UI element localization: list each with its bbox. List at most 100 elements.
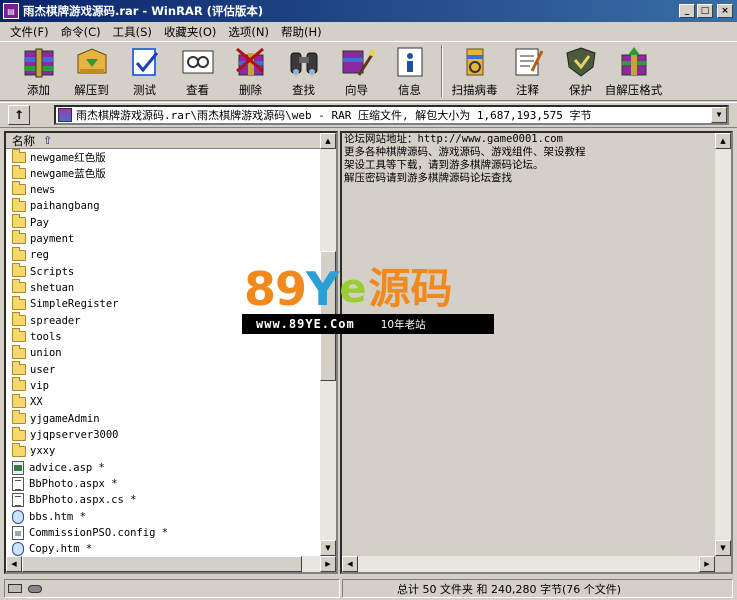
scroll-up-arrow-icon[interactable]: ▲ <box>320 133 336 149</box>
drive-icon[interactable] <box>8 584 22 593</box>
comment-vertical-scrollbar[interactable]: ▲ ▼ <box>715 133 731 556</box>
folder-icon <box>12 426 26 441</box>
file-list-vertical-scrollbar[interactable]: ▲ ▼ <box>320 133 336 556</box>
menu-file[interactable]: 文件(F) <box>4 24 55 40</box>
file-row[interactable]: user <box>6 361 322 377</box>
file-row[interactable]: union <box>6 344 322 361</box>
minimize-button[interactable]: _ <box>679 4 695 18</box>
comment-label: 注释 <box>516 83 539 97</box>
comment-scroll-left-arrow-icon[interactable]: ◀ <box>342 556 358 572</box>
file-name: payment <box>30 232 75 245</box>
test-icon <box>131 48 158 76</box>
test-label: 测试 <box>133 83 156 97</box>
file-row[interactable]: XX <box>6 393 322 410</box>
wizard-button[interactable]: 向导 <box>330 42 383 100</box>
find-button[interactable]: 查找 <box>277 42 330 100</box>
view-button[interactable]: 查看 <box>171 42 224 100</box>
file-row[interactable]: paihangbang <box>6 197 322 214</box>
protect-button[interactable]: 保护 <box>554 42 607 100</box>
name-column-label: 名称 <box>12 133 35 148</box>
info-button[interactable]: 信息 <box>383 42 436 100</box>
folder-icon <box>12 377 26 392</box>
comment-scroll-down-arrow-icon[interactable]: ▼ <box>715 540 731 556</box>
file-row[interactable]: yxxy <box>6 442 322 459</box>
info-label: 信息 <box>398 83 421 97</box>
delete-button[interactable]: 删除 <box>224 42 277 100</box>
comment-button[interactable]: 注释 <box>501 42 554 100</box>
file-name: CommissionPSO.config * <box>29 527 169 540</box>
folder-icon <box>12 165 26 180</box>
file-row[interactable]: payment <box>6 230 322 247</box>
menu-favorites[interactable]: 收藏夹(O) <box>158 24 223 40</box>
close-button[interactable]: × <box>717 4 733 18</box>
file-row[interactable]: vip <box>6 377 322 394</box>
watermark-89: 89 <box>244 262 307 316</box>
add-label: 添加 <box>27 83 50 97</box>
folder-icon <box>12 148 26 163</box>
address-bar: ↑ 雨杰棋牌游戏源码.rar\雨杰棋牌游戏源码\web - RAR 压缩文件, … <box>0 102 737 128</box>
up-folder-button[interactable]: ↑ <box>8 105 30 125</box>
file-name: vip <box>30 379 49 392</box>
comment-scroll-right-arrow-icon[interactable]: ▶ <box>699 556 715 572</box>
add-archive-icon <box>24 48 53 78</box>
file-name: shetuan <box>30 281 75 294</box>
file-row[interactable]: newgame红色版 <box>6 148 322 165</box>
file-row[interactable]: bbs.htm * <box>6 509 322 525</box>
aspx-file-icon <box>12 493 24 508</box>
file-name: bbs.htm * <box>29 510 86 523</box>
key-icon[interactable] <box>28 584 42 593</box>
file-name: newgame蓝色版 <box>30 168 106 181</box>
extract-to-button[interactable]: 解压到 <box>65 42 118 100</box>
file-name: XX <box>30 396 43 409</box>
comment-line: 论坛网站地址：http://www.game0001.com <box>344 133 563 145</box>
file-list-horizontal-scrollbar[interactable]: ◀ ▶ <box>6 556 336 572</box>
menu-commands[interactable]: 命令(C) <box>55 24 107 40</box>
file-row[interactable]: yjqpserver3000 <box>6 426 322 443</box>
scroll-right-arrow-icon[interactable]: ▶ <box>320 556 336 572</box>
sfx-button[interactable]: 自解压格式 <box>605 42 662 100</box>
file-row[interactable]: newgame蓝色版 <box>6 165 322 181</box>
comment-scroll-up-arrow-icon[interactable]: ▲ <box>715 133 731 149</box>
file-row[interactable]: CommissionPSO.config * <box>6 525 322 541</box>
watermark-title: 89 Y e 源码 <box>244 262 452 314</box>
name-column-header[interactable]: 名称 ⇧ <box>6 133 322 149</box>
comment-line: 解压密码请到游多棋牌源码论坛查找 <box>344 172 512 184</box>
watermark-tagline: 10年老站 <box>380 318 426 331</box>
menu-help[interactable]: 帮助(H) <box>275 24 328 40</box>
sort-arrow-icon: ⇧ <box>43 134 53 147</box>
extract-to-icon <box>77 48 106 74</box>
maximize-button[interactable]: □ <box>697 4 713 18</box>
file-name: yxxy <box>30 445 56 458</box>
file-row[interactable]: Pay <box>6 214 322 230</box>
horizontal-scroll-thumb[interactable] <box>22 556 302 572</box>
asp-file-icon <box>12 460 24 475</box>
file-row[interactable]: yjgameAdmin <box>6 410 322 427</box>
test-button[interactable]: 测试 <box>118 42 171 100</box>
winrar-app-icon[interactable]: ▤ <box>3 3 19 19</box>
file-name: BbPhoto.aspx.cs * <box>29 494 137 507</box>
chevron-down-icon[interactable]: ▼ <box>711 107 727 123</box>
menu-tools[interactable]: 工具(S) <box>107 24 158 40</box>
file-row[interactable]: BbPhoto.aspx * <box>6 476 322 492</box>
file-row[interactable]: BbPhoto.aspx.cs * <box>6 492 322 508</box>
folder-icon <box>12 230 26 245</box>
menu-options[interactable]: 选项(N) <box>222 24 275 40</box>
file-name: yjgameAdmin <box>30 412 100 425</box>
toolbar: 添加 解压到 测试 查看 删除 查找 向导 信息 扫描病毒 注释 保护 自解压格… <box>0 41 737 101</box>
file-name: BbPhoto.aspx * <box>29 478 118 491</box>
watermark-source-code: 源码 <box>368 264 453 313</box>
status-summary: 总计 50 文件夹 和 240,280 字节(76 个文件) <box>342 579 733 598</box>
scroll-left-arrow-icon[interactable]: ◀ <box>6 556 22 572</box>
path-combobox[interactable]: 雨杰棋牌游戏源码.rar\雨杰棋牌游戏源码\web - RAR 压缩文件, 解包… <box>54 105 729 125</box>
extract-to-label: 解压到 <box>74 83 109 97</box>
add-button[interactable]: 添加 <box>12 42 65 100</box>
file-row[interactable]: reg <box>6 246 322 263</box>
virus-scan-button[interactable]: 扫描病毒 <box>448 42 501 100</box>
file-name: newgame红色版 <box>30 151 106 164</box>
folder-icon <box>12 361 26 376</box>
file-row[interactable]: advice.asp * <box>6 460 322 476</box>
scroll-down-arrow-icon[interactable]: ▼ <box>320 540 336 556</box>
file-row[interactable]: news <box>6 181 322 198</box>
comment-horizontal-scrollbar[interactable]: ◀ ▶ <box>342 556 715 572</box>
status-bar: 总计 50 文件夹 和 240,280 字节(76 个文件) <box>0 577 737 600</box>
